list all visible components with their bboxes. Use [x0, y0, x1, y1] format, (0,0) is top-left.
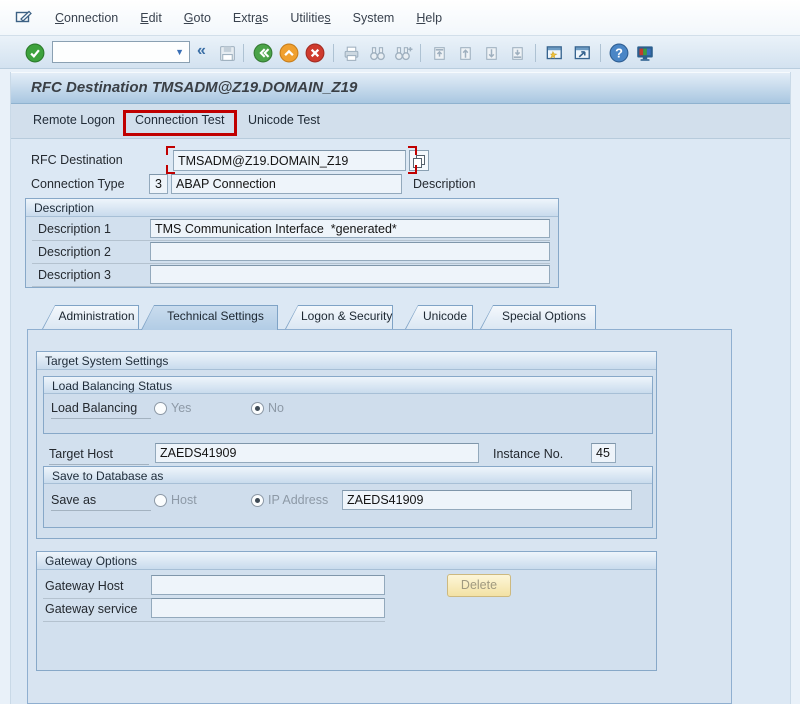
last-page-icon[interactable]: [506, 42, 528, 64]
menu-edit[interactable]: Edit: [129, 7, 173, 29]
radio-dot-selected: [251, 402, 264, 415]
rfc-destination-label: RFC Destination: [31, 153, 123, 167]
save-as-label: Save as: [51, 493, 151, 511]
menu-goto[interactable]: Goto: [173, 7, 222, 29]
toolbar-separator: [333, 44, 334, 62]
sap-session-menu-icon[interactable]: [14, 9, 34, 27]
exit-icon[interactable]: [278, 42, 300, 64]
technical-settings-panel: Target System Settings Load Balancing St…: [27, 329, 732, 704]
row-separator: [43, 621, 385, 622]
tab-unicode[interactable]: Unicode: [405, 305, 473, 329]
toolbar-separator: [600, 44, 601, 62]
create-shortcut-icon[interactable]: [571, 42, 593, 64]
tab-logon-security[interactable]: Logon & Security: [285, 305, 393, 329]
rfc-destination-input[interactable]: [173, 150, 406, 171]
save-icon[interactable]: [216, 42, 238, 64]
save-as-host-radio[interactable]: Host: [154, 493, 197, 507]
load-balancing-status-group: Load Balancing Status Load Balancing Yes…: [43, 376, 653, 434]
command-field[interactable]: ▼: [52, 41, 190, 63]
radio-dot: [154, 494, 167, 507]
load-balancing-no-radio[interactable]: No: [251, 401, 284, 415]
menu-help[interactable]: Help: [405, 7, 453, 29]
cancel-icon[interactable]: [304, 42, 326, 64]
description-row: Description 2: [32, 241, 550, 264]
instance-no-label: Instance No.: [493, 447, 563, 461]
new-session-icon[interactable]: [543, 42, 565, 64]
application-toolbar: Remote Logon Connection Test Unicode Tes…: [11, 104, 790, 139]
enter-icon[interactable]: [24, 42, 46, 64]
toolbar-separator: [420, 44, 421, 62]
save-to-database-group: Save to Database as Save as Host IP Addr…: [43, 466, 653, 528]
description2-label: Description 2: [38, 245, 111, 259]
next-page-icon[interactable]: [480, 42, 502, 64]
description2-input[interactable]: [150, 242, 550, 261]
menu-utilities[interactable]: Utilities: [279, 7, 341, 29]
gateway-service-input[interactable]: [151, 598, 385, 618]
annotation-box-connection-test: [123, 110, 237, 136]
gateway-service-label: Gateway service: [45, 602, 137, 616]
page-title: RFC Destination TMSADM@Z19.DOMAIN_Z19: [31, 79, 357, 96]
screen-area: RFC Destination TMSADM@Z19.DOMAIN_Z19 Re…: [10, 72, 791, 704]
description-row: Description 3: [32, 264, 550, 287]
title-bar: RFC Destination TMSADM@Z19.DOMAIN_Z19: [11, 72, 790, 104]
description-group-title: Description: [26, 199, 558, 217]
description-group: Description Description 1 Description 2 …: [25, 198, 559, 288]
toolbar-separator: [535, 44, 536, 62]
copy-destination-icon[interactable]: [409, 150, 429, 171]
save-as-ip-address-radio[interactable]: IP Address: [251, 493, 328, 507]
load-balancing-label: Load Balancing: [51, 401, 151, 419]
target-host-label: Target Host: [49, 447, 149, 465]
command-input[interactable]: [53, 45, 170, 59]
connection-type-text-input[interactable]: [171, 174, 402, 194]
connection-type-code-input[interactable]: [149, 174, 168, 194]
menu-connection[interactable]: Connection: [44, 7, 129, 29]
menu-extras[interactable]: Extras: [222, 7, 279, 29]
unicode-test-button[interactable]: Unicode Test: [248, 113, 320, 127]
target-host-input[interactable]: [155, 443, 479, 463]
load-balancing-status-title: Load Balancing Status: [44, 377, 652, 394]
save-to-database-title: Save to Database as: [44, 467, 652, 484]
radio-dot: [154, 402, 167, 415]
description1-input[interactable]: [150, 219, 550, 238]
gateway-host-label: Gateway Host: [45, 579, 124, 593]
description-row: Description 1: [32, 218, 550, 241]
remote-logon-button[interactable]: Remote Logon: [33, 113, 115, 127]
gateway-options-title: Gateway Options: [37, 552, 656, 570]
previous-page-icon[interactable]: [454, 42, 476, 64]
radio-dot-selected: [251, 494, 264, 507]
menu-bar: Connection Edit Goto Extras Utilities Sy…: [0, 0, 800, 36]
menu-system[interactable]: System: [342, 7, 406, 29]
tab-special-options[interactable]: Special Options: [480, 305, 596, 329]
toolbar-separator: [243, 44, 244, 62]
customize-layout-icon[interactable]: [634, 42, 656, 64]
gateway-options-group: Gateway Options Gateway Host Delete Gate…: [36, 551, 657, 671]
back-icon[interactable]: [252, 42, 274, 64]
first-page-icon[interactable]: [428, 42, 450, 64]
help-icon[interactable]: ?: [608, 42, 630, 64]
tab-technical-settings[interactable]: Technical Settings: [141, 305, 278, 330]
sap-gui-window: Connection Edit Goto Extras Utilities Sy…: [0, 0, 800, 704]
find-next-icon[interactable]: [392, 42, 414, 64]
standard-toolbar: ▼ «: [0, 36, 800, 69]
target-system-settings-group: Target System Settings Load Balancing St…: [36, 351, 657, 539]
connection-type-label: Connection Type: [31, 177, 125, 191]
description1-label: Description 1: [38, 222, 111, 236]
description3-label: Description 3: [38, 268, 111, 282]
svg-text:?: ?: [615, 45, 623, 60]
find-icon[interactable]: [366, 42, 388, 64]
rfc-destination-form: RFC Destination Connection Type Descript…: [11, 139, 790, 704]
description-side-label: Description: [413, 177, 476, 191]
command-dropdown-arrow[interactable]: ▼: [170, 47, 189, 57]
delete-button[interactable]: Delete: [447, 574, 511, 597]
target-system-settings-title: Target System Settings: [37, 352, 656, 370]
load-balancing-yes-radio[interactable]: Yes: [154, 401, 191, 415]
collapse-chevron-icon[interactable]: «: [197, 42, 206, 60]
ip-address-input[interactable]: [342, 490, 632, 510]
instance-no-input[interactable]: [591, 443, 616, 463]
gateway-host-input[interactable]: [151, 575, 385, 595]
print-icon[interactable]: [340, 42, 362, 64]
tab-administration[interactable]: Administration: [42, 305, 139, 329]
description3-input[interactable]: [150, 265, 550, 284]
